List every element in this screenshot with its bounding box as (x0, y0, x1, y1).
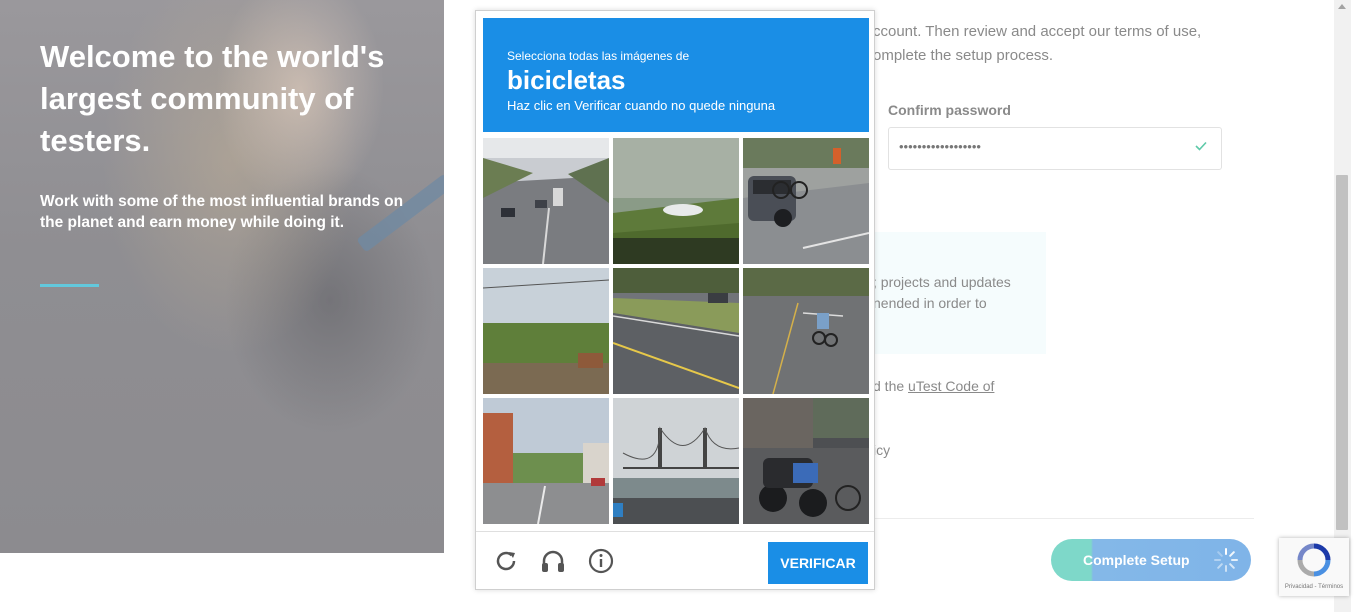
info-icon[interactable] (587, 547, 615, 575)
form-divider (862, 518, 1254, 519)
cyclist-tile[interactable] (743, 268, 869, 394)
check-icon (1195, 141, 1207, 151)
scroll-up-arrow-icon[interactable] (1338, 4, 1346, 9)
captcha-hint: Haz clic en Verificar cuando no quede ni… (507, 98, 776, 113)
street-tile[interactable] (483, 398, 609, 524)
captcha-target-word: bicicletas (507, 65, 626, 95)
highway-tile[interactable] (483, 138, 609, 264)
scrollbar-thumb[interactable] (1336, 175, 1348, 530)
bridge-tile[interactable] (613, 398, 739, 524)
privacy-link[interactable]: icy (873, 442, 890, 458)
confirm-password-field[interactable]: •••••••••••••••••• (888, 127, 1222, 170)
recaptcha-badge[interactable]: Privacidad - Términos (1279, 538, 1349, 596)
complete-setup-button[interactable]: Complete Setup (1051, 539, 1251, 581)
agreement-prefix: d the (873, 378, 909, 394)
agreement-text: d the uTest Code of (873, 378, 994, 394)
complete-setup-label: Complete Setup (1083, 552, 1190, 568)
confirm-password-value: •••••••••••••••••• (899, 139, 981, 154)
car-bike-tile[interactable] (743, 138, 869, 264)
water-tile[interactable] (613, 138, 739, 264)
captcha-header: Selecciona todas las imágenes de bicicle… (483, 18, 869, 132)
road-tile[interactable] (613, 268, 739, 394)
verify-button[interactable]: VERIFICAR (768, 542, 868, 584)
captcha-image-grid (483, 138, 869, 524)
captcha-instruction: Selecciona todas las imágenes de (507, 49, 690, 63)
page-scrollbar[interactable] (1334, 0, 1351, 612)
form-intro-text: ccount. Then review and accept our terms… (873, 23, 1202, 64)
hero-panel: Welcome to the world's largest community… (0, 0, 444, 553)
code-of-conduct-link[interactable]: uTest Code of (908, 378, 994, 394)
reload-icon[interactable] (492, 547, 520, 575)
loading-spinner-icon (1214, 548, 1238, 572)
recaptcha-logo-icon (1297, 543, 1331, 577)
hero-title: Welcome to the world's largest community… (40, 39, 385, 158)
captcha-footer: VERIFICAR (476, 531, 874, 590)
confirm-password-label: Confirm password (888, 102, 1011, 118)
captcha-dialog: Selecciona todas las imágenes de bicicle… (475, 10, 875, 590)
headphones-icon[interactable] (539, 547, 567, 575)
recaptcha-terms[interactable]: Privacidad - Términos (1279, 584, 1349, 590)
hero-subtitle: Work with some of the most influential b… (40, 193, 404, 231)
info-text: ; projects and updates nended in order t… (873, 274, 1011, 311)
hero-divider (40, 284, 99, 287)
motorcycles-tile[interactable] (743, 398, 869, 524)
trees-tile[interactable] (483, 268, 609, 394)
